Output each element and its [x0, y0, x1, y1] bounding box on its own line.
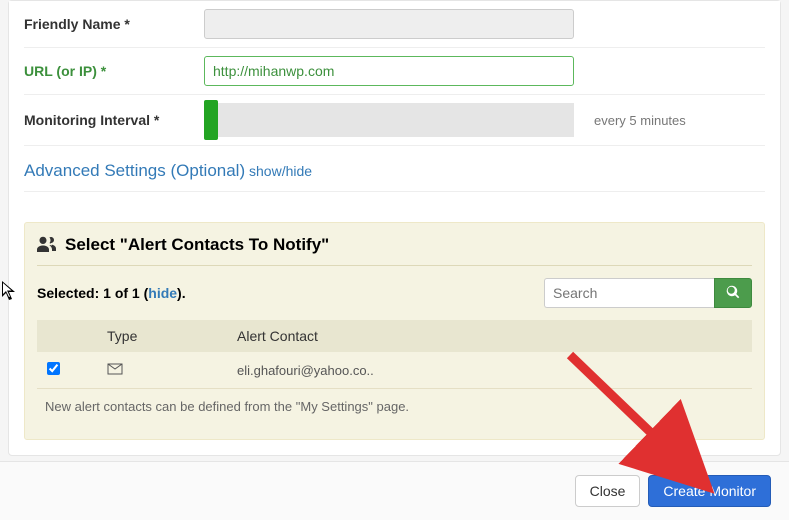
- envelope-icon: [107, 363, 123, 378]
- col-contact-header: Alert Contact: [227, 320, 752, 352]
- modal-footer: Close Create Monitor: [0, 461, 789, 520]
- advanced-settings-link[interactable]: Advanced Settings (Optional): [24, 161, 245, 180]
- alert-contacts-panel: Select "Alert Contacts To Notify" Select…: [24, 222, 765, 440]
- friendly-name-input[interactable]: [204, 9, 574, 39]
- help-text: New alert contacts can be defined from t…: [37, 389, 752, 414]
- search-button[interactable]: [714, 278, 752, 308]
- col-type-header: Type: [97, 320, 227, 352]
- create-monitor-button[interactable]: Create Monitor: [648, 475, 771, 507]
- interval-label: Monitoring Interval *: [24, 112, 204, 128]
- advanced-toggle-link[interactable]: show/hide: [249, 163, 312, 179]
- interval-value: every 5 minutes: [594, 113, 686, 128]
- url-label: URL (or IP) *: [24, 63, 204, 79]
- contacts-table: Type Alert Contact eli.ghafouri@yahoo.co…: [37, 320, 752, 389]
- friendly-name-label: Friendly Name *: [24, 16, 204, 32]
- table-row[interactable]: eli.ghafouri@yahoo.co..: [37, 352, 752, 389]
- interval-row: Monitoring Interval * every 5 minutes: [24, 95, 765, 146]
- url-input[interactable]: [204, 56, 574, 86]
- contact-checkbox[interactable]: [47, 362, 60, 375]
- interval-slider[interactable]: [204, 103, 574, 137]
- friendly-name-row: Friendly Name *: [24, 1, 765, 48]
- selected-count: Selected: 1 of 1 (hide).: [37, 285, 186, 301]
- hide-link[interactable]: hide: [148, 285, 177, 301]
- search-input[interactable]: [544, 278, 714, 308]
- url-row: URL (or IP) *: [24, 48, 765, 95]
- interval-slider-handle[interactable]: [204, 100, 218, 140]
- close-button[interactable]: Close: [575, 475, 641, 507]
- people-icon: [37, 236, 57, 255]
- search-icon: [726, 285, 740, 302]
- alert-panel-title: Select "Alert Contacts To Notify": [65, 235, 329, 255]
- contact-email: eli.ghafouri@yahoo.co..: [227, 352, 752, 389]
